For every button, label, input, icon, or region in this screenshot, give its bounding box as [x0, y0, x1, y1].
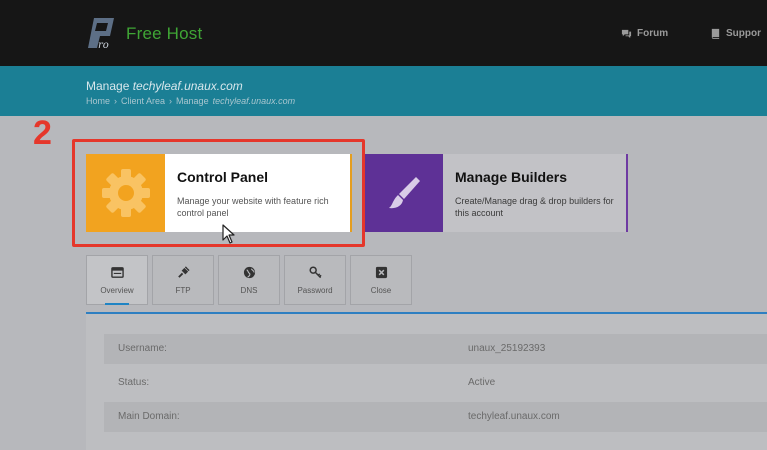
account-info-panel: Username: unaux_25192393 Status: Active … [86, 314, 767, 450]
page-banner: Manage techyleaf.unaux.com Home › Client… [0, 66, 767, 116]
paintbrush-icon [388, 177, 420, 209]
tab-close-label: Close [370, 285, 392, 295]
step-number-annotation: 2 [33, 114, 52, 152]
info-key: Status: [118, 377, 150, 388]
nav-forum-label: Forum [637, 28, 669, 39]
nav-forum[interactable]: Forum [621, 28, 668, 39]
globe-icon [243, 266, 255, 278]
manage-builders-desc: Create/Manage drag & drop builders for t… [455, 196, 614, 218]
highlight-box [72, 139, 365, 247]
tab-password-label: Password [297, 285, 333, 295]
svg-text:ro: ro [98, 40, 109, 51]
info-key: Main Domain: [118, 411, 180, 422]
mouse-cursor-icon [222, 224, 235, 244]
info-key: Username: [118, 343, 167, 354]
info-row-username: Username: unaux_25192393 [104, 334, 767, 364]
info-row-main-domain: Main Domain: techyleaf.unaux.com [104, 402, 767, 432]
builders-icon-box [364, 154, 443, 232]
breadcrumb-current-domain: techyleaf.unaux.com [212, 96, 296, 106]
tab-close[interactable]: Close [350, 255, 412, 305]
info-value: techyleaf.unaux.com [468, 411, 560, 422]
manage-builders-title: Manage Builders [455, 169, 568, 185]
brand-name[interactable]: Free Host [126, 24, 202, 44]
breadcrumb-client-area[interactable]: Client Area [121, 96, 165, 106]
nav-support-label: Suppor [726, 28, 761, 39]
tab-dns-label: DNS [240, 285, 258, 295]
chevron-right-icon: › [114, 96, 118, 106]
close-icon [375, 266, 387, 278]
info-value: unaux_25192393 [468, 343, 546, 354]
tab-overview-label: Overview [100, 285, 134, 295]
plug-icon [177, 265, 190, 278]
breadcrumb-current-prefix: Manage [176, 96, 209, 106]
book-icon [711, 28, 720, 39]
tab-ftp[interactable]: FTP [152, 255, 214, 305]
window-icon [110, 266, 124, 278]
info-row-status: Status: Active [104, 368, 767, 398]
breadcrumb-home[interactable]: Home [86, 96, 110, 106]
page-title: Manage techyleaf.unaux.com [86, 79, 243, 93]
logo-icon[interactable]: ro [84, 14, 120, 52]
top-navbar: ro Free Host Forum Suppor [0, 0, 767, 66]
account-tabs: Overview FTP DNS Password Close [86, 255, 412, 305]
page-title-prefix: Manage [86, 79, 130, 93]
tab-dns[interactable]: DNS [218, 255, 280, 305]
key-icon [308, 265, 322, 278]
info-value: Active [468, 377, 496, 388]
tab-password[interactable]: Password [284, 255, 346, 305]
breadcrumb: Home › Client Area › Manage techyleaf.un… [86, 96, 295, 106]
chat-icon [621, 29, 632, 39]
page-title-domain: techyleaf.unaux.com [132, 79, 243, 93]
nav-support[interactable]: Suppor [710, 28, 761, 39]
tab-ftp-label: FTP [175, 285, 191, 295]
chevron-right-icon: › [169, 96, 173, 106]
tab-overview[interactable]: Overview [86, 255, 148, 305]
manage-builders-card[interactable]: Manage Builders Create/Manage drag & dro… [364, 154, 628, 232]
